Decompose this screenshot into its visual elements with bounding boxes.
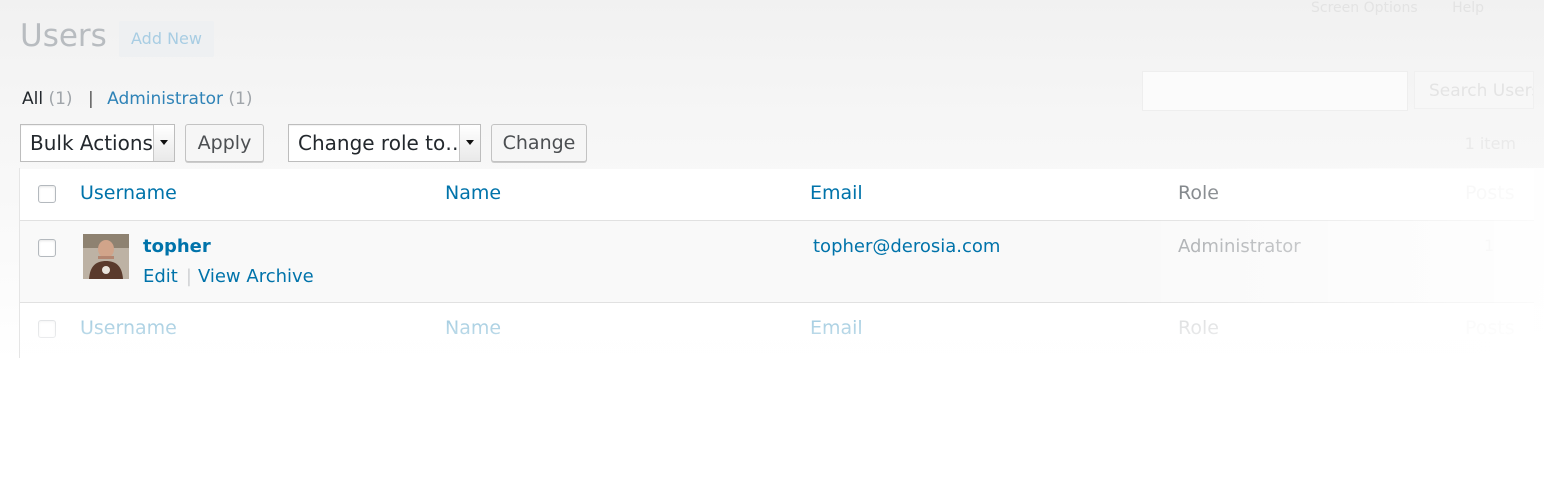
screen-meta-links: Screen Options Help — [1281, 0, 1484, 16]
email-link[interactable]: topher@derosia.com — [813, 236, 1000, 257]
users-screen: Screen Options Help Users Add New All (1… — [0, 0, 1544, 500]
column-email[interactable]: Email — [810, 182, 863, 204]
role-cell: Administrator — [1178, 236, 1301, 257]
screen-options-tab[interactable]: Screen Options — [1311, 0, 1418, 16]
select-all-checkbox[interactable] — [38, 185, 56, 203]
page-title: Users — [20, 18, 107, 54]
action-separator: | — [185, 266, 192, 287]
filter-all-count: (1) — [48, 89, 73, 109]
column-name[interactable]: Name — [445, 182, 501, 204]
chevron-down-icon — [459, 125, 480, 161]
row-checkbox[interactable] — [38, 239, 56, 257]
column-email-footer[interactable]: Email — [810, 317, 863, 339]
filter-separator: | — [87, 89, 94, 109]
bulk-actions-selected: Bulk Actions — [30, 131, 153, 155]
column-role: Role — [1178, 182, 1219, 204]
avatar-photo-icon — [83, 234, 129, 279]
pagination-count: 1 item — [1464, 134, 1516, 153]
view-archive-link[interactable]: View Archive — [198, 266, 314, 287]
avatar — [83, 234, 129, 279]
column-role-footer: Role — [1178, 317, 1219, 339]
row-actions: Edit | View Archive — [143, 266, 314, 287]
search-input[interactable] — [1142, 71, 1408, 111]
add-new-button[interactable]: Add New — [119, 21, 214, 57]
table-row — [20, 221, 1534, 303]
username-link[interactable]: topher — [143, 236, 211, 257]
table-header-row — [20, 169, 1534, 221]
edit-link[interactable]: Edit — [143, 266, 178, 287]
column-username[interactable]: Username — [80, 182, 177, 204]
column-posts-footer[interactable]: Posts — [1465, 317, 1515, 339]
bulk-actions-select[interactable]: Bulk Actions — [20, 124, 175, 162]
select-all-checkbox-footer[interactable] — [38, 320, 56, 338]
table-footer-row — [20, 303, 1534, 358]
posts-count-link[interactable]: 1 — [1484, 236, 1494, 255]
search-users-button[interactable]: Search Users — [1414, 71, 1534, 109]
help-tab[interactable]: Help — [1452, 0, 1484, 16]
change-button[interactable]: Change — [491, 124, 587, 162]
column-username-footer[interactable]: Username — [80, 317, 177, 339]
filter-administrator-count: (1) — [228, 89, 253, 109]
change-role-selected: Change role to… — [298, 131, 466, 155]
chevron-down-icon — [153, 125, 174, 161]
user-role-filters: All (1) | Administrator (1) — [22, 89, 253, 109]
column-name-footer[interactable]: Name — [445, 317, 501, 339]
filter-administrator-link[interactable]: Administrator — [107, 89, 223, 109]
filter-all-label[interactable]: All — [22, 89, 43, 109]
change-role-select[interactable]: Change role to… — [288, 124, 481, 162]
column-posts[interactable]: Posts — [1465, 182, 1515, 204]
apply-button[interactable]: Apply — [185, 124, 264, 162]
